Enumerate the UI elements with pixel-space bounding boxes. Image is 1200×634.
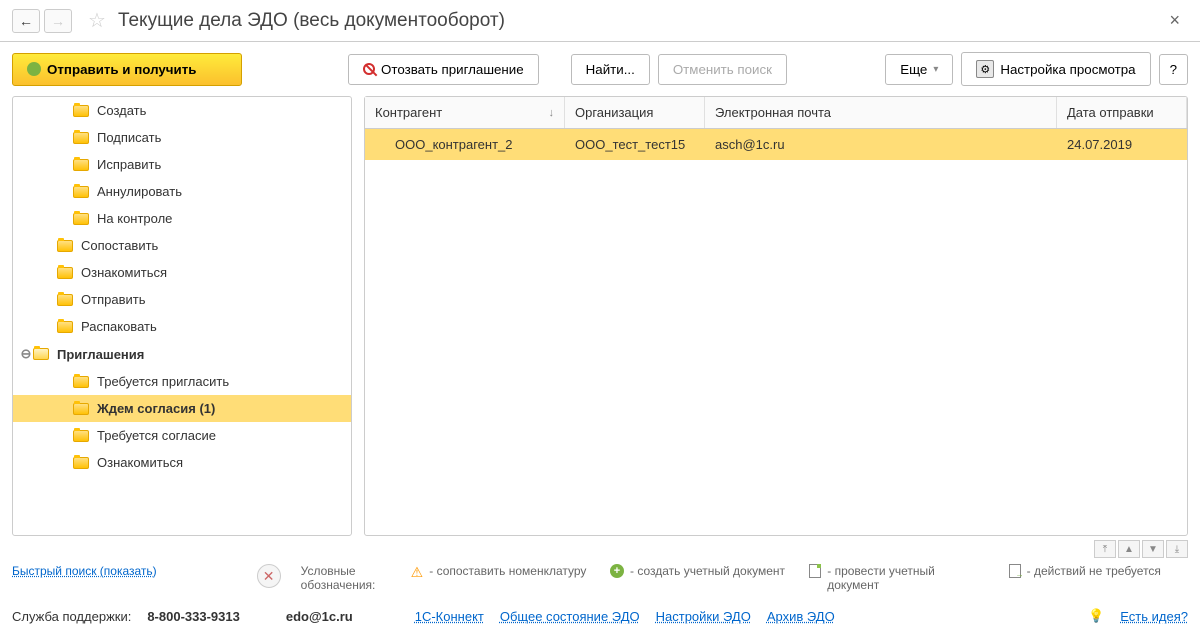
collapse-icon[interactable]: ⊖ — [19, 346, 33, 362]
document-icon — [809, 564, 821, 578]
sidebar-item[interactable]: Отправить — [13, 286, 351, 313]
sidebar-item[interactable]: Сопоставить — [13, 232, 351, 259]
sidebar-item[interactable]: Требуется согласие — [13, 422, 351, 449]
revoke-invite-button[interactable]: Отозвать приглашение — [348, 54, 539, 85]
refresh-icon — [27, 62, 41, 76]
chevron-down-icon: ▾ — [933, 64, 938, 75]
find-button[interactable]: Найти... — [571, 54, 650, 85]
document-arrow-icon — [1009, 564, 1021, 578]
bulb-icon: 💡 — [1088, 608, 1104, 624]
link-connect[interactable]: 1С-Коннект — [415, 609, 484, 624]
sidebar-item-label: Распаковать — [81, 319, 157, 334]
folder-open-icon — [33, 348, 49, 360]
col-counterparty[interactable]: Контрагент ↓ — [365, 97, 565, 128]
idea-link[interactable]: Есть идея? — [1120, 609, 1188, 624]
folder-icon — [73, 132, 89, 144]
folder-icon — [73, 186, 89, 198]
sidebar-item-label: Требуется согласие — [97, 428, 216, 443]
col-organization[interactable]: Организация — [565, 97, 705, 128]
col-send-date[interactable]: Дата отправки — [1057, 97, 1187, 128]
folder-icon — [57, 240, 73, 252]
nav-down-button[interactable]: ▼ — [1142, 540, 1164, 558]
sidebar-item-label: Подписать — [97, 130, 161, 145]
sidebar-item-label: Создать — [97, 103, 146, 118]
folder-tree[interactable]: Создать Подписать Исправить Аннулировать На … — [12, 96, 352, 536]
forward-button[interactable]: → — [44, 9, 72, 33]
nav-last-button[interactable]: ⤓ — [1166, 540, 1188, 558]
link-edo-status[interactable]: Общее состояние ЭДО — [500, 609, 640, 624]
sidebar-item[interactable]: Ознакомиться — [13, 449, 351, 476]
link-edo-settings[interactable]: Настройки ЭДО — [656, 609, 751, 624]
sort-asc-icon: ↓ — [549, 107, 555, 119]
close-icon[interactable]: × — [1161, 10, 1188, 31]
sidebar-item-label: Сопоставить — [81, 238, 158, 253]
folder-icon — [57, 321, 73, 333]
table-row[interactable]: ООО_контрагент_2ООО_тест_тест15asch@1c.r… — [365, 129, 1187, 160]
nav-up-button[interactable]: ▲ — [1118, 540, 1140, 558]
folder-icon — [73, 403, 89, 415]
folder-icon — [73, 376, 89, 388]
support-email: edo@1c.ru — [286, 609, 353, 624]
favorite-star-icon[interactable]: ☆ — [88, 8, 106, 33]
sidebar-item[interactable]: Аннулировать — [13, 178, 351, 205]
support-label: Служба поддержки: — [12, 609, 131, 624]
folder-icon — [57, 267, 73, 279]
sidebar-item-label: Ознакомиться — [81, 265, 167, 280]
sidebar-item[interactable]: Создать — [13, 97, 351, 124]
cancel-icon — [363, 63, 375, 75]
cell-date: 24.07.2019 — [1057, 129, 1187, 160]
legend-label: Условные обозначения: — [301, 564, 391, 592]
data-table: Контрагент ↓ Организация Электронная поч… — [364, 96, 1188, 536]
sidebar-item-label: Ознакомиться — [97, 455, 183, 470]
sidebar-item-label: На контроле — [97, 211, 172, 226]
sidebar-item[interactable]: Распаковать — [13, 313, 351, 340]
link-edo-archive[interactable]: Архив ЭДО — [767, 609, 835, 624]
table-header: Контрагент ↓ Организация Электронная поч… — [365, 97, 1187, 129]
cell-email: asch@1c.ru — [705, 129, 1057, 160]
view-settings-button[interactable]: ⚙ Настройка просмотра — [961, 52, 1150, 86]
send-receive-button[interactable]: Отправить и получить — [12, 53, 242, 86]
folder-icon — [73, 430, 89, 442]
plus-icon: + — [610, 564, 624, 578]
warning-icon: ⚠ — [411, 564, 424, 581]
sidebar-item[interactable]: Исправить — [13, 151, 351, 178]
nav-first-button[interactable]: ⤒ — [1094, 540, 1116, 558]
sidebar-item-label: Ждем согласия (1) — [97, 401, 215, 416]
folder-icon — [73, 159, 89, 171]
cell-organization: ООО_тест_тест15 — [565, 129, 705, 160]
folder-icon — [73, 213, 89, 225]
more-button[interactable]: Еще ▾ — [885, 54, 953, 85]
quick-search-link[interactable]: Быстрый поиск (показать) — [12, 564, 157, 578]
support-phone: 8-800-333-9313 — [147, 609, 240, 624]
sidebar-item-label: Аннулировать — [97, 184, 182, 199]
sidebar-item-label: Исправить — [97, 157, 161, 172]
sidebar-item[interactable]: Ознакомиться — [13, 259, 351, 286]
delete-button[interactable]: ✕ — [257, 564, 281, 588]
sidebar-item-label: Приглашения — [57, 347, 144, 362]
folder-icon — [57, 294, 73, 306]
col-email[interactable]: Электронная почта — [705, 97, 1057, 128]
sidebar-item[interactable]: Ждем согласия (1) — [13, 395, 351, 422]
help-button[interactable]: ? — [1159, 54, 1188, 85]
page-title: Текущие дела ЭДО (весь документооборот) — [118, 10, 1162, 32]
folder-icon — [73, 105, 89, 117]
sidebar-item[interactable]: На контроле — [13, 205, 351, 232]
gear-icon: ⚙ — [976, 60, 994, 78]
cell-counterparty: ООО_контрагент_2 — [365, 129, 565, 160]
sidebar-item[interactable]: Подписать — [13, 124, 351, 151]
cancel-search-button[interactable]: Отменить поиск — [658, 54, 787, 85]
folder-icon — [73, 457, 89, 469]
sidebar-item[interactable]: ⊖ Приглашения — [13, 340, 351, 368]
sidebar-item-label: Отправить — [81, 292, 145, 307]
sidebar-item-label: Требуется пригласить — [97, 374, 229, 389]
sidebar-item[interactable]: Требуется пригласить — [13, 368, 351, 395]
back-button[interactable]: ← — [12, 9, 40, 33]
